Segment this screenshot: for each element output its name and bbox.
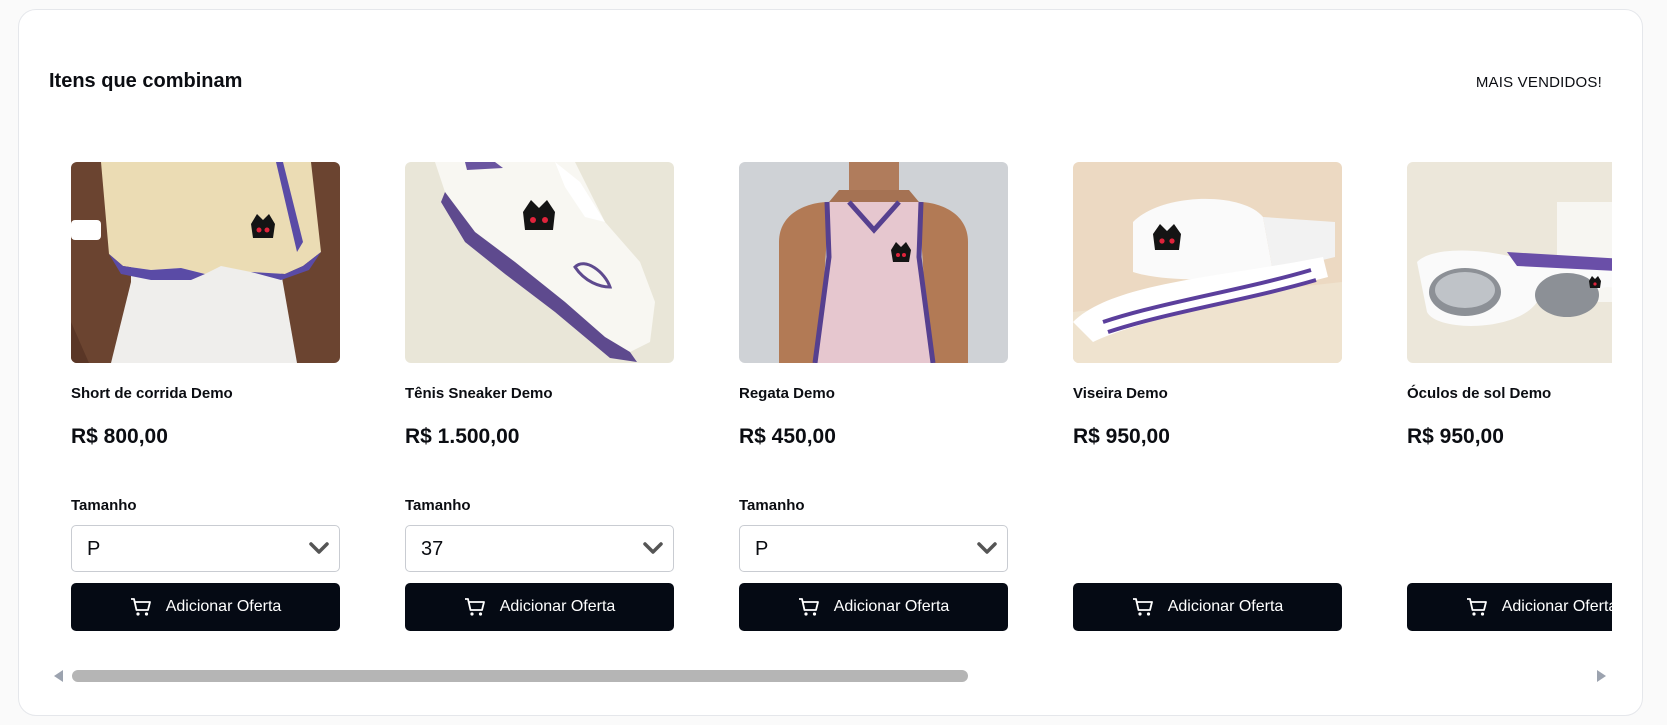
product-image-tank-top[interactable]: [739, 162, 1008, 363]
cart-icon: [1132, 598, 1153, 616]
add-offer-label: Adicionar Oferta: [1501, 598, 1612, 615]
add-offer-button[interactable]: Adicionar Oferta: [1407, 583, 1612, 631]
add-offer-label: Adicionar Oferta: [1167, 598, 1284, 615]
chevron-down-icon: [977, 542, 997, 554]
size-select[interactable]: P: [71, 525, 340, 572]
section-title: Itens que combinam: [49, 70, 243, 92]
chevron-down-icon: [309, 542, 329, 554]
cart-icon: [798, 598, 819, 616]
product-name[interactable]: Viseira Demo: [1073, 385, 1342, 403]
add-offer-label: Adicionar Oferta: [499, 598, 616, 615]
product-card[interactable]: Regata Demo R$ 450,00 Tamanho P Adiciona…: [739, 162, 1008, 631]
chevron-down-icon: [643, 542, 663, 554]
add-offer-label: Adicionar Oferta: [165, 598, 282, 615]
product-image-shorts[interactable]: [71, 162, 340, 363]
cart-icon: [130, 598, 151, 616]
horizontal-scrollbar-thumb[interactable]: [72, 670, 968, 682]
product-price: R$ 1.500,00: [405, 425, 520, 448]
product-price: R$ 800,00: [71, 425, 168, 448]
size-select-value: 37: [421, 538, 444, 560]
cart-icon: [464, 598, 485, 616]
product-card[interactable]: Short de corrida Demo R$ 800,00 Tamanho …: [71, 162, 340, 631]
product-name[interactable]: Tênis Sneaker Demo: [405, 385, 674, 403]
product-image-sunglasses[interactable]: [1407, 162, 1612, 363]
scroll-left-arrow[interactable]: [54, 670, 63, 682]
product-card[interactable]: Tênis Sneaker Demo R$ 1.500,00 Tamanho 3…: [405, 162, 674, 631]
size-label: Tamanho: [71, 497, 137, 514]
product-carousel[interactable]: Short de corrida Demo R$ 800,00 Tamanho …: [52, 162, 1612, 642]
add-offer-button[interactable]: Adicionar Oferta: [739, 583, 1008, 631]
product-name[interactable]: Short de corrida Demo: [71, 385, 340, 403]
size-select-value: P: [755, 538, 769, 560]
product-image-visor[interactable]: [1073, 162, 1342, 363]
product-card[interactable]: Viseira Demo R$ 950,00 Adicionar Oferta: [1073, 162, 1342, 631]
product-name[interactable]: Óculos de sol Demo: [1407, 385, 1612, 403]
product-price: R$ 950,00: [1073, 425, 1170, 448]
product-price: R$ 950,00: [1407, 425, 1504, 448]
product-image-sneaker[interactable]: [405, 162, 674, 363]
cart-icon: [1466, 598, 1487, 616]
best-sellers-link[interactable]: MAIS VENDIDOS!: [1476, 74, 1602, 91]
add-offer-button[interactable]: Adicionar Oferta: [405, 583, 674, 631]
scroll-right-arrow[interactable]: [1597, 670, 1606, 682]
size-select-value: P: [87, 538, 101, 560]
size-select[interactable]: P: [739, 525, 1008, 572]
size-label: Tamanho: [739, 497, 805, 514]
size-label: Tamanho: [405, 497, 471, 514]
add-offer-label: Adicionar Oferta: [833, 598, 950, 615]
product-price: R$ 450,00: [739, 425, 836, 448]
size-select[interactable]: 37: [405, 525, 674, 572]
add-offer-button[interactable]: Adicionar Oferta: [1073, 583, 1342, 631]
product-name[interactable]: Regata Demo: [739, 385, 1008, 403]
product-card[interactable]: Óculos de sol Demo R$ 950,00 Adicionar O…: [1407, 162, 1612, 631]
add-offer-button[interactable]: Adicionar Oferta: [71, 583, 340, 631]
